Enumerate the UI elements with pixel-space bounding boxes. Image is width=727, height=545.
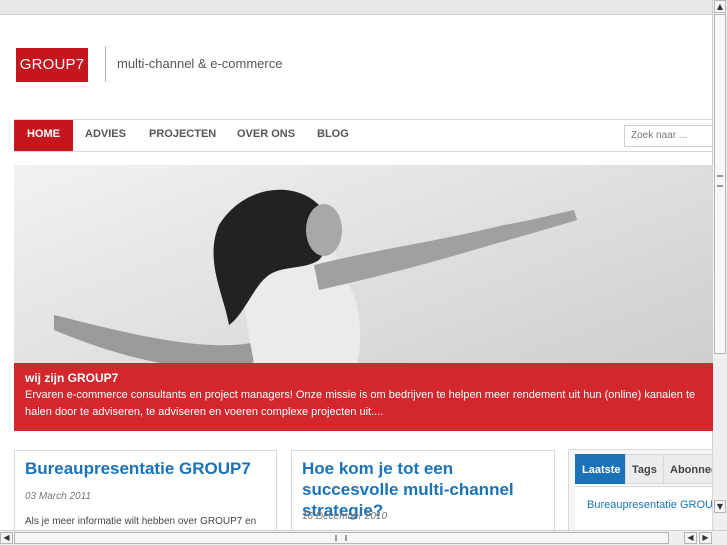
post-date: 03 March 2011 (25, 491, 91, 502)
search-input[interactable]: Zoek naar ... (624, 125, 713, 147)
scroll-up-arrow-icon[interactable]: ▲ (714, 0, 726, 13)
post-card-bureaupresentatie: Bureaupresentatie GROUP7 03 March 2011 A… (14, 450, 277, 540)
scroll-left-arrow-icon[interactable]: ◀ (684, 532, 697, 544)
scroll-down-arrow-icon[interactable]: ▼ (714, 500, 726, 513)
logo-divider (105, 46, 106, 82)
brand-tagline: multi-channel & e-commerce (117, 56, 283, 71)
nav-item-over-ons[interactable]: OVER ONS (237, 120, 295, 151)
vertical-scrollbar[interactable]: ▲ ▼ (712, 0, 727, 531)
hero-title[interactable]: wij zijn GROUP7 (25, 371, 118, 385)
nav-item-advies[interactable]: ADVIES (85, 120, 126, 151)
scroll-grip-icon (717, 175, 723, 187)
hero-caption: wij zijn GROUP7 Ervaren e-commerce consu… (14, 363, 713, 431)
tab-laatste[interactable]: Laatste (575, 454, 628, 484)
nav-item-projecten[interactable]: PROJECTEN (149, 120, 216, 151)
brand-logo[interactable]: GROUP7 (16, 48, 88, 82)
tab-abonneer[interactable]: Abonneer (663, 454, 712, 484)
scroll-right-arrow-icon[interactable]: ▶ (699, 532, 712, 544)
sidebar-tabs-panel: Laatste Tags Abonneer Bureaupresentatie … (568, 449, 713, 539)
post-date: 16 December 2010 (302, 511, 388, 522)
nav-item-blog[interactable]: BLOG (317, 120, 349, 151)
scroll-grip-icon (335, 535, 347, 541)
hero-banner: wij zijn GROUP7 Ervaren e-commerce consu… (14, 165, 713, 431)
browser-top-strip (0, 0, 713, 15)
horizontal-scroll-thumb[interactable] (14, 532, 669, 544)
nav-item-home[interactable]: HOME (14, 120, 73, 151)
vertical-scroll-thumb[interactable] (714, 14, 726, 354)
tab-tags[interactable]: Tags (625, 454, 664, 484)
scroll-left-arrow-icon[interactable]: ◀ (0, 532, 13, 544)
post-card-multichannel: Hoe kom je tot een succesvolle multi-cha… (291, 450, 555, 540)
horizontal-scrollbar[interactable]: ◀ ◀ ▶ (0, 530, 727, 545)
post-excerpt: Als je meer informatie wilt hebben over … (25, 516, 257, 527)
post-title[interactable]: Bureaupresentatie GROUP7 (25, 458, 251, 479)
latest-post-link[interactable]: Bureaupresentatie GROUP7 (587, 499, 712, 511)
hero-text: Ervaren e-commerce consultants en projec… (25, 389, 696, 418)
main-navigation: HOME ADVIES PROJECTEN OVER ONS BLOG Zoek… (14, 119, 713, 152)
